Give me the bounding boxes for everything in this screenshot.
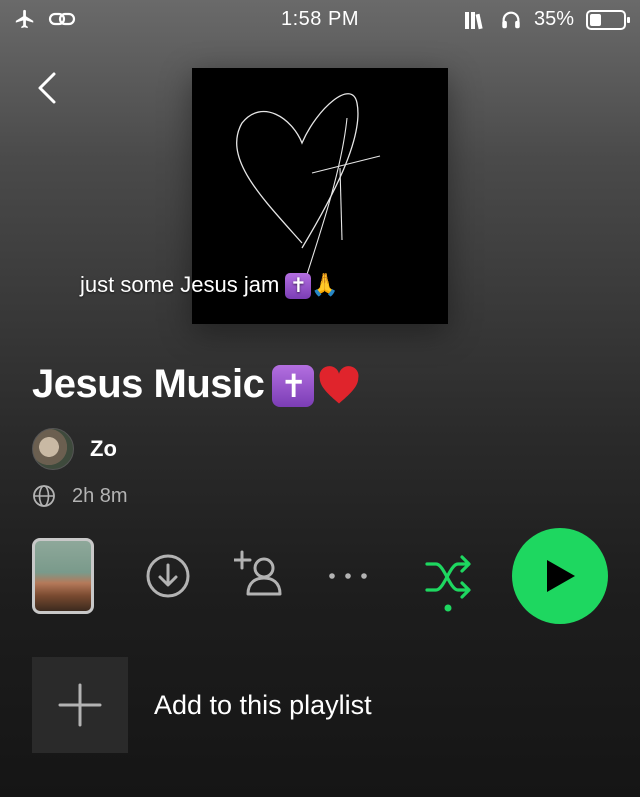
playlist-duration: 2h 8m (72, 484, 128, 507)
shuffle-icon (425, 555, 471, 612)
download-icon (146, 554, 190, 598)
plus-icon (58, 683, 102, 727)
back-icon (38, 72, 56, 104)
battery-fill (590, 13, 601, 26)
playlist-owner[interactable]: Zo (32, 428, 117, 470)
playlist-title-text: Jesus Music (32, 362, 265, 406)
status-right: 35% (464, 8, 630, 31)
action-row (0, 528, 640, 624)
cover-caption-text: just some Jesus jam (80, 272, 280, 297)
shuffle-button[interactable] (424, 552, 474, 619)
add-user-icon (232, 550, 282, 596)
library-icon (464, 11, 483, 29)
owner-name[interactable]: Zo (90, 436, 117, 462)
add-square[interactable] (32, 657, 128, 753)
add-to-playlist-label[interactable]: Add to this playlist (154, 690, 372, 721)
play-icon (547, 560, 575, 592)
cover-caption: just some Jesus jam ✝ 🙏 (80, 272, 339, 300)
heart-emoji (319, 366, 359, 404)
avatar[interactable] (32, 428, 74, 470)
cross-emoji: ✝ (272, 365, 315, 408)
play-button[interactable] (512, 528, 608, 624)
back-button[interactable] (30, 68, 66, 108)
status-bar: 1:58 PM 35% (0, 0, 640, 40)
more-icon (329, 573, 367, 579)
praying-hands-emoji: 🙏 (311, 272, 339, 297)
headphones-icon (502, 11, 520, 28)
battery-percent: 35% (533, 8, 574, 30)
preview-thumbnail[interactable] (32, 538, 94, 614)
download-button[interactable] (144, 552, 192, 605)
add-collaborator-button[interactable] (232, 548, 288, 607)
globe-icon (33, 485, 55, 507)
add-to-playlist-row[interactable]: Add to this playlist (32, 657, 372, 753)
cross-emoji: ✝ (285, 273, 312, 300)
playlist-meta: 2h 8m (32, 484, 128, 508)
more-options-button[interactable] (328, 566, 368, 591)
playlist-title: Jesus Music ✝ (32, 362, 360, 408)
battery-icon (586, 9, 630, 30)
